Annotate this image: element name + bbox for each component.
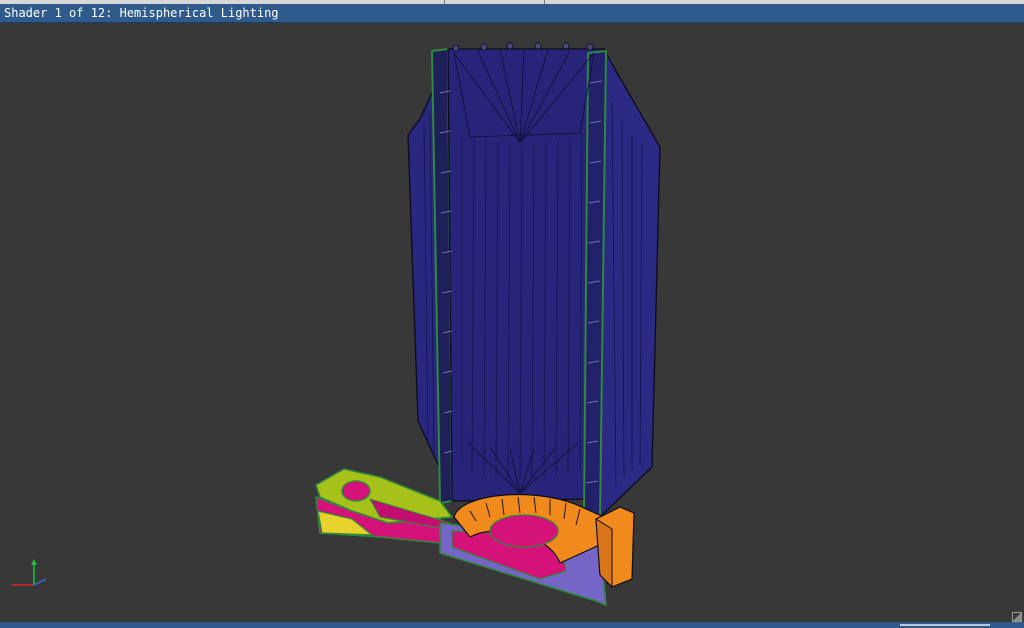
window-title: Shader 1 of 12: Hemispherical Lighting [4, 6, 279, 20]
title-bar[interactable]: Shader 1 of 12: Hemispherical Lighting [0, 4, 1024, 23]
axes-gizmo [12, 559, 47, 586]
3d-viewport[interactable] [0, 23, 1024, 622]
status-strip [0, 622, 1024, 628]
viewer-window: Shader 1 of 12: Hemispherical Lighting [0, 0, 1024, 628]
extruder-model[interactable] [315, 42, 661, 606]
feed-chute-hole [341, 480, 371, 502]
axis-z-icon [33, 578, 47, 586]
model-canvas[interactable] [0, 23, 1024, 622]
axis-y-arrow-icon [31, 559, 37, 565]
orange-collar-opening [489, 514, 559, 548]
resize-grip-icon[interactable] [1012, 612, 1022, 622]
